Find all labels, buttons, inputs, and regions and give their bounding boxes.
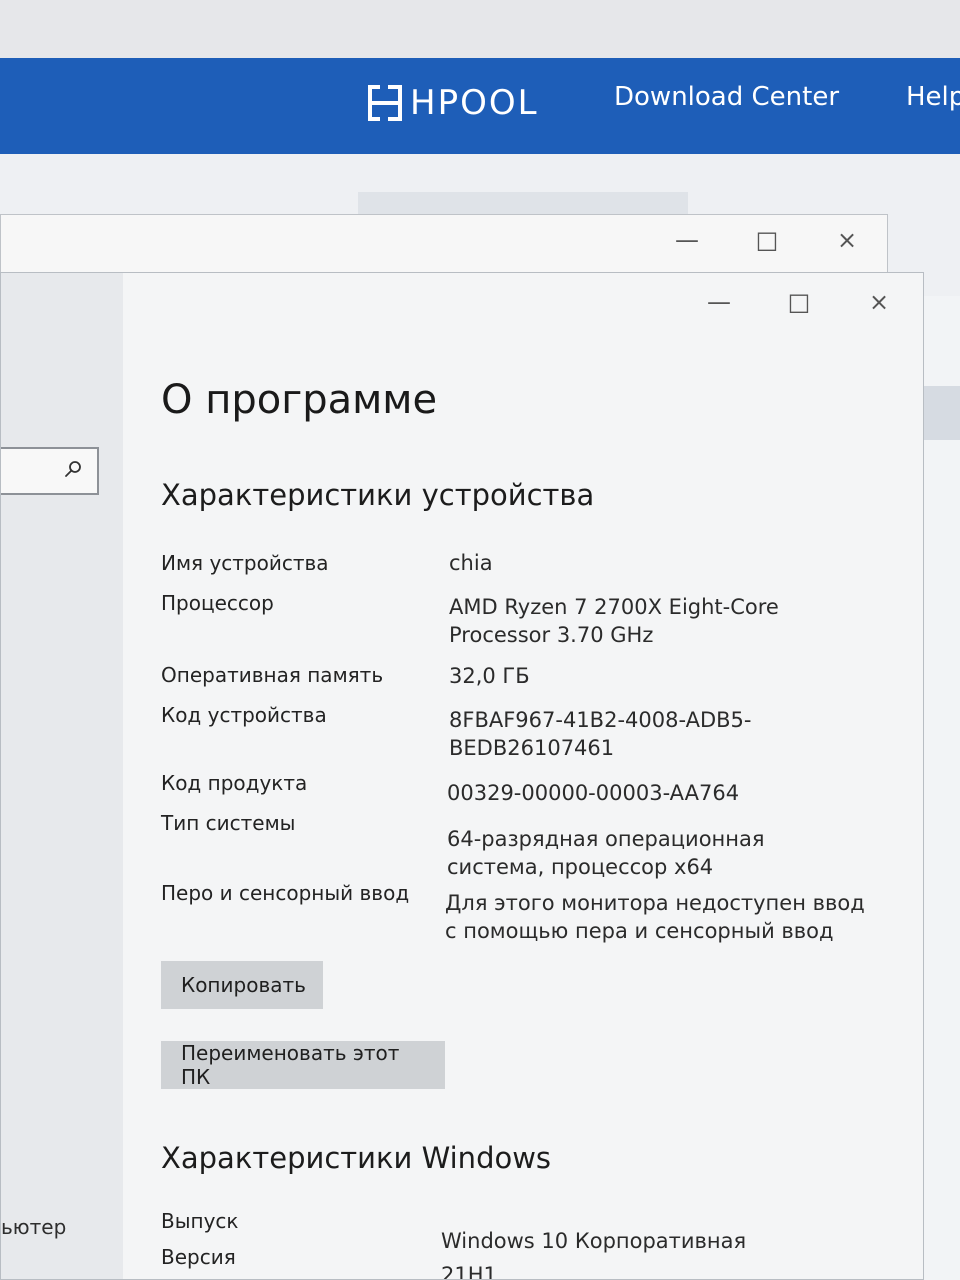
windows-specs-heading: Характеристики Windows bbox=[161, 1141, 552, 1175]
hpool-brand-name: HPOOL bbox=[410, 83, 539, 123]
device-name-value[interactable]: chia bbox=[449, 549, 879, 577]
background-window-controls: — □ × bbox=[647, 215, 887, 265]
processor-label: Процессор bbox=[161, 591, 274, 615]
minimize-button[interactable]: — bbox=[647, 215, 727, 265]
settings-sidebar: ьютер bbox=[1, 273, 123, 1279]
product-id-label: Код продукта bbox=[161, 771, 308, 795]
hpool-logo-mark-icon bbox=[368, 85, 402, 125]
product-id-value[interactable]: 00329-00000-00003-AA764 bbox=[447, 779, 877, 807]
minimize-button[interactable]: — bbox=[679, 277, 759, 327]
pen-touch-label: Перо и сенсорный ввод bbox=[161, 881, 410, 905]
processor-value[interactable]: AMD Ryzen 7 2700X Eight-Core Processor 3… bbox=[449, 593, 809, 650]
help-link[interactable]: Help bbox=[906, 84, 960, 110]
close-button[interactable]: × bbox=[807, 215, 887, 265]
windows-version-label: Версия bbox=[161, 1245, 236, 1269]
search-icon[interactable] bbox=[63, 459, 83, 479]
close-button[interactable]: × bbox=[839, 277, 919, 327]
device-id-label: Код устройства bbox=[161, 703, 327, 727]
ram-label: Оперативная память bbox=[161, 663, 384, 687]
page-title: О программе bbox=[161, 377, 438, 423]
about-window: — □ × ьютер О программе Характеристики у… bbox=[0, 272, 924, 1280]
windows-version-value[interactable]: 21H1 bbox=[441, 1261, 871, 1279]
windows-edition-label: Выпуск bbox=[161, 1209, 239, 1233]
device-name-label: Имя устройства bbox=[161, 551, 329, 575]
maximize-button[interactable]: □ bbox=[727, 215, 807, 265]
website-header: HPOOL Download Center Help bbox=[0, 58, 960, 154]
windows-edition-value[interactable]: Windows 10 Корпоративная bbox=[441, 1227, 871, 1255]
hpool-logo[interactable]: HPOOL bbox=[368, 83, 539, 125]
download-center-link[interactable]: Download Center bbox=[614, 84, 839, 110]
system-type-label: Тип системы bbox=[161, 811, 296, 835]
device-specs-heading: Характеристики устройства bbox=[161, 478, 595, 512]
system-type-value[interactable]: 64-разрядная операционная система, проце… bbox=[447, 825, 867, 882]
search-input[interactable] bbox=[1, 447, 99, 495]
sidebar-item-computer[interactable]: ьютер bbox=[1, 1215, 66, 1239]
about-window-controls: — □ × bbox=[679, 277, 919, 327]
pen-touch-value[interactable]: Для этого монитора недоступен ввод с пом… bbox=[445, 889, 875, 946]
ram-value[interactable]: 32,0 ГБ bbox=[449, 662, 879, 690]
maximize-button[interactable]: □ bbox=[759, 277, 839, 327]
device-id-value[interactable]: 8FBAF967-41B2-4008-ADB5-BEDB26107461 bbox=[449, 706, 759, 763]
rename-pc-button[interactable]: Переименовать этот ПК bbox=[161, 1041, 445, 1089]
copy-button[interactable]: Копировать bbox=[161, 961, 323, 1009]
